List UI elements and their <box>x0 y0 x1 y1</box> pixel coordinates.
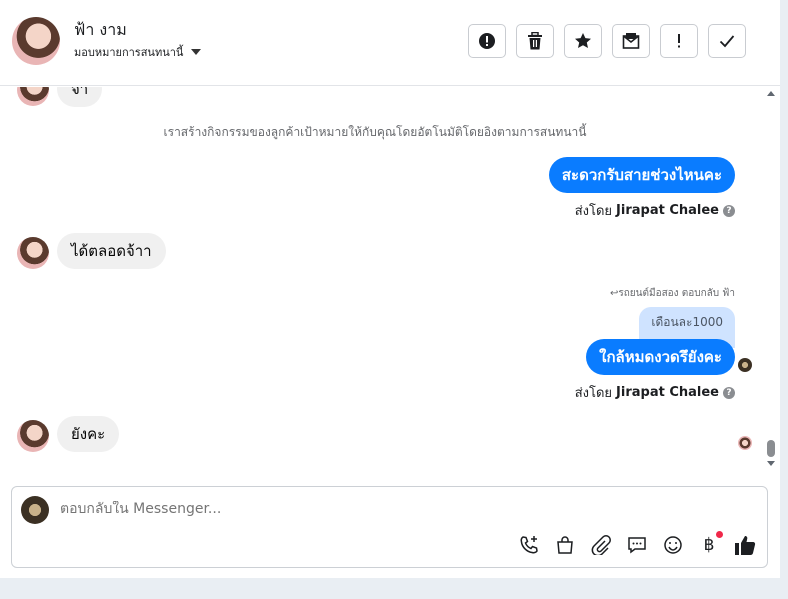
conversation-panel: ฟ้า งาม มอบหมายการสนทนานี้ จ้า เราสร้างก… <box>0 0 780 578</box>
seen-avatar <box>738 436 752 450</box>
mark-unread-button[interactable] <box>612 24 650 58</box>
contact-avatar-small <box>17 420 49 452</box>
sent-by-name: Jirapat Chalee <box>616 385 719 400</box>
emoji-button[interactable] <box>662 534 684 556</box>
scroll-up-arrow-icon[interactable] <box>767 91 775 96</box>
help-icon[interactable]: ? <box>723 204 735 217</box>
incoming-message[interactable]: จ้า <box>57 87 103 107</box>
reply-context-text: รถยนต์มือสอง ตอบกลับ ฟ้า <box>618 288 735 299</box>
contact-avatar-small <box>17 237 49 269</box>
outgoing-message[interactable]: ใกล้หมดงวดรึยังคะ <box>586 339 735 375</box>
outgoing-message[interactable]: สะดวกรับสายช่วงไหนคะ <box>548 157 735 193</box>
phone-add-icon <box>520 536 538 554</box>
check-icon <box>719 35 735 48</box>
trash-icon <box>528 32 542 50</box>
scroll-down-arrow-icon[interactable] <box>767 461 775 466</box>
delete-button[interactable] <box>516 24 554 58</box>
contact-avatar-small <box>17 87 49 106</box>
emoji-icon <box>664 536 682 554</box>
system-note: เราสร้างกิจกรรมของลูกค้าเป้าหมายให้กับคุ… <box>163 125 587 139</box>
star-icon <box>575 33 591 48</box>
assign-label: มอบหมายการสนทนานี้ <box>74 46 184 59</box>
reply-context-label: ↩รถยนต์มือสอง ตอบกลับ ฟ้า <box>610 286 735 301</box>
sent-by-prefix: ส่งโดย <box>574 386 613 401</box>
contact-avatar[interactable] <box>12 17 60 65</box>
message-thread[interactable]: จ้า เราสร้างกิจกรรมของลูกค้าเป้าหมายให้ก… <box>0 87 762 475</box>
assign-conversation-dropdown[interactable]: มอบหมายการสนทนานี้ <box>74 43 202 61</box>
bag-icon <box>557 536 573 554</box>
incoming-message[interactable]: ได้ตลอดจ้าา <box>57 233 166 269</box>
sent-by-label: ส่งโดย Jirapat Chalee ? <box>575 382 735 403</box>
sent-by-name: Jirapat Chalee <box>616 203 719 218</box>
help-icon[interactable]: ? <box>723 386 735 399</box>
page-avatar <box>21 496 49 524</box>
caret-down-icon <box>191 49 202 55</box>
reply-composer: ฿ <box>11 486 768 568</box>
contact-name[interactable]: ฟ้า งาม <box>74 18 127 43</box>
done-button[interactable] <box>708 24 746 58</box>
exclamation-icon <box>678 34 680 48</box>
conversation-header: ฟ้า งาม มอบหมายการสนทนานี้ <box>0 0 780 86</box>
envelope-icon <box>622 33 640 49</box>
window-edge <box>780 0 788 599</box>
chat-icon <box>628 537 646 554</box>
incoming-message[interactable]: ยังคะ <box>57 416 120 452</box>
sent-by-prefix: ส่งโดย <box>574 204 613 219</box>
thumbs-up-icon <box>735 536 756 555</box>
saved-replies-button[interactable] <box>626 534 648 556</box>
spam-button[interactable] <box>468 24 506 58</box>
call-button[interactable] <box>518 534 540 556</box>
shop-button[interactable] <box>554 534 576 556</box>
scrollbar-thumb[interactable] <box>767 440 775 457</box>
paperclip-icon <box>591 535 611 555</box>
follow-up-button[interactable] <box>660 24 698 58</box>
sent-by-label: ส่งโดย Jirapat Chalee ? <box>575 200 735 221</box>
notification-dot <box>716 531 723 538</box>
attach-button[interactable] <box>590 534 612 556</box>
baht-icon: ฿ <box>703 535 715 555</box>
alert-circle-icon <box>479 33 495 49</box>
reply-input[interactable] <box>60 501 660 517</box>
seen-avatar <box>738 358 752 372</box>
star-button[interactable] <box>564 24 602 58</box>
like-button[interactable] <box>734 534 756 556</box>
